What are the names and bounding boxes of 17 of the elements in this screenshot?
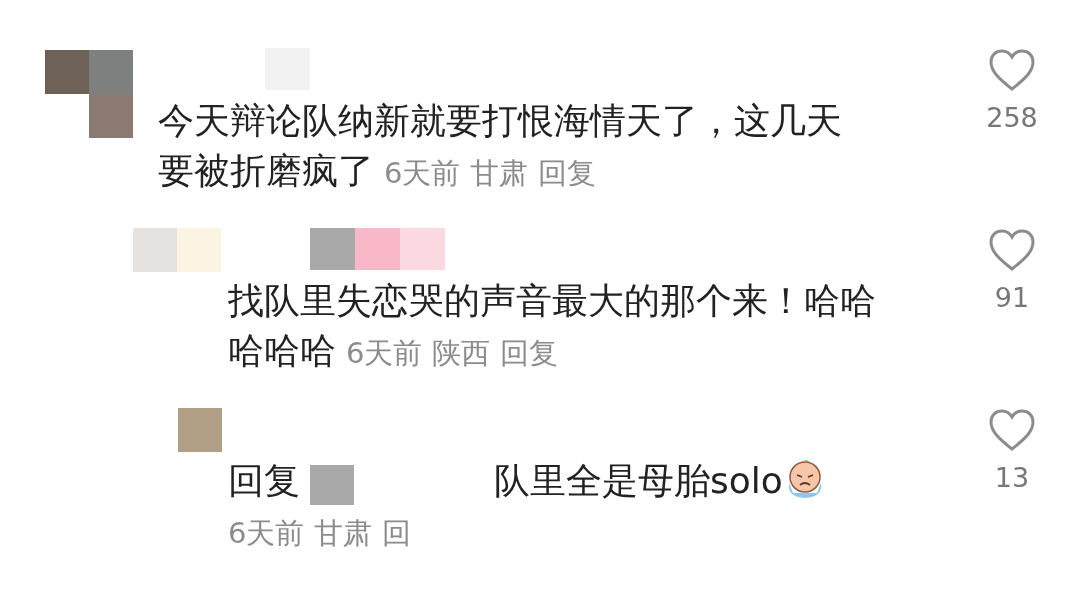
like-count: 13 xyxy=(994,462,1030,493)
reply-link[interactable]: 回 xyxy=(382,516,412,550)
pixelated-avatar xyxy=(178,408,222,452)
comment-text: 队里全是母胎solo xyxy=(494,460,783,501)
like-count: 91 xyxy=(994,282,1030,313)
reply-prefix: 回复 xyxy=(228,460,300,501)
like-count: 258 xyxy=(986,102,1038,133)
comment-text: 找队里失恋哭的声音最大的那个来！哈哈哈哈哈 6天前 陕西 回复 xyxy=(228,279,877,373)
heart-icon[interactable] xyxy=(988,48,1036,92)
reply-link[interactable]: 回复 xyxy=(538,156,597,190)
comment-time: 6天前 xyxy=(228,516,305,550)
comment-location: 甘肃 xyxy=(314,516,373,550)
reply-link[interactable]: 回复 xyxy=(500,336,559,370)
pixelated-name xyxy=(310,465,354,505)
comment-text: 今天辩论队纳新就要打恨海情天了，这几天要被折磨疯了 6天前 甘肃 回复 xyxy=(158,99,843,193)
heart-icon[interactable] xyxy=(988,228,1036,272)
heart-icon[interactable] xyxy=(988,408,1036,452)
